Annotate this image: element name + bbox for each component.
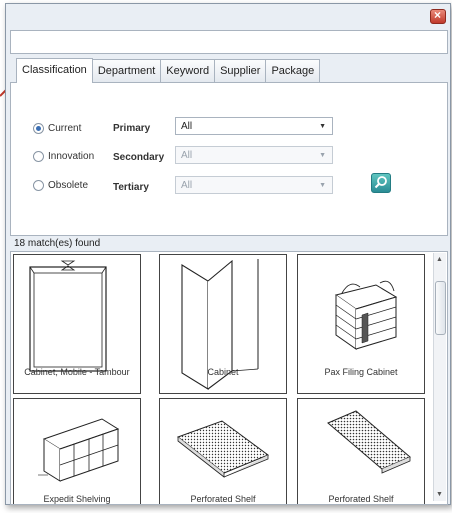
tab-bar: Classification Department Keyword Suppli… [16, 58, 321, 83]
radio-button[interactable] [33, 123, 44, 134]
result-card-label: Perforated Shelf [190, 494, 256, 504]
radio-label: Current [48, 123, 82, 134]
result-card-label: Pax Filing Cabinet [324, 367, 398, 377]
result-card-label: Cabinet [207, 367, 239, 377]
result-card[interactable]: Perforated Shelf [159, 398, 287, 504]
search-icon [374, 176, 387, 189]
radio-obsolete[interactable]: Obsolete [33, 180, 88, 191]
scrollbar-thumb[interactable] [435, 281, 446, 335]
radio-label: Innovation [48, 151, 95, 162]
radio-button[interactable] [33, 151, 44, 162]
match-count: 18 match(es) found [14, 238, 101, 249]
perforated-shelf-thumbnail [327, 410, 411, 474]
scroll-down-icon[interactable]: ▼ [436, 491, 443, 498]
chevron-down-icon: ▼ [319, 123, 326, 130]
perforated-shelf-thumbnail [176, 420, 270, 478]
primary-select[interactable]: All ▼ [175, 117, 333, 135]
title-field[interactable] [10, 30, 448, 54]
result-card[interactable]: Perforated Shelf [297, 398, 425, 504]
chevron-down-icon: ▼ [319, 152, 326, 159]
primary-select-value: All [181, 121, 193, 132]
radio-label: Obsolete [48, 180, 89, 191]
result-card[interactable]: Expedit Shelving [13, 398, 141, 504]
radio-current[interactable]: Current [33, 123, 81, 134]
tertiary-select-value: All [181, 180, 193, 191]
radio-button[interactable] [33, 180, 44, 191]
chevron-down-icon: ▼ [319, 182, 326, 189]
result-card-label: Cabinet, Mobile - Tambour [24, 367, 130, 377]
result-card-label: Perforated Shelf [328, 494, 394, 504]
expedit-shelving-thumbnail [38, 418, 120, 482]
results-scrollbar[interactable]: ▲ ▼ [433, 253, 446, 501]
secondary-select-value: All [181, 150, 193, 161]
tertiary-select[interactable]: All ▼ [175, 176, 333, 194]
close-icon[interactable] [430, 8, 446, 24]
tab-package[interactable]: Package [265, 59, 321, 82]
tab-keyword[interactable]: Keyword [160, 59, 216, 82]
tertiary-label: Tertiary [113, 182, 149, 193]
tab-classification[interactable]: Classification [16, 58, 93, 83]
search-button[interactable] [371, 173, 391, 193]
result-card[interactable]: Cabinet, Mobile - Tambour [13, 254, 141, 394]
result-card-label: Expedit Shelving [43, 494, 111, 504]
tab-supplier[interactable]: Supplier [214, 59, 267, 82]
result-card[interactable]: Cabinet [159, 254, 287, 394]
result-card[interactable]: Pax Filing Cabinet [297, 254, 425, 394]
scroll-up-icon[interactable]: ▲ [436, 256, 443, 263]
radio-innovation[interactable]: Innovation [33, 151, 94, 162]
tab-department[interactable]: Department [91, 59, 162, 82]
results-grid: Cabinet, Mobile - Tambour Cabinet Pax Fi… [10, 251, 448, 505]
primary-label: Primary [113, 123, 151, 134]
secondary-select[interactable]: All ▼ [175, 146, 333, 164]
product-search-window: Classification Department Keyword Suppli… [5, 3, 451, 505]
secondary-label: Secondary [113, 152, 165, 163]
